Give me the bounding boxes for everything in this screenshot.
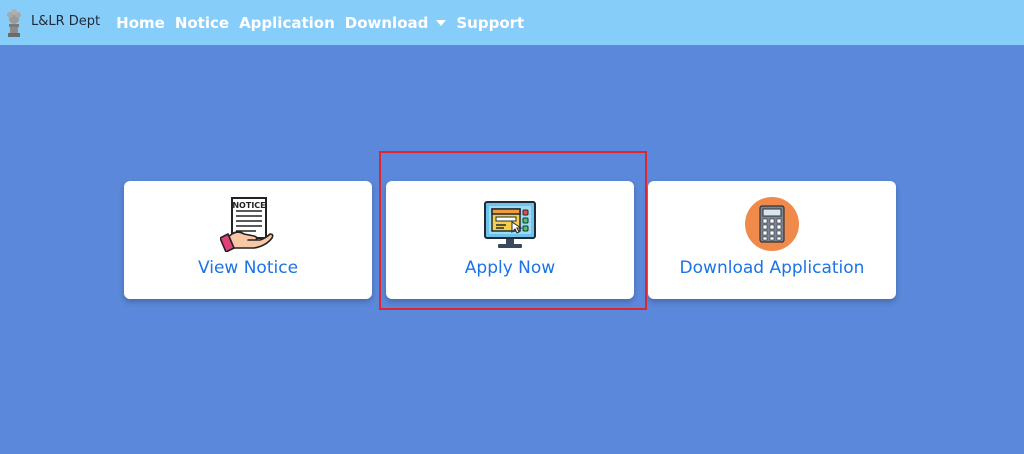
notice-paper-text: NOTICE [232,201,265,210]
view-notice-card[interactable]: NOTICE View Notice [124,181,372,299]
nav-download-dropdown[interactable]: Download [345,14,447,32]
nav-download-label: Download [344,13,429,32]
download-application-label: Download Application [679,258,865,278]
view-notice-label: View Notice [197,258,299,278]
top-navbar: L&LR Dept Home Notice Application Downlo… [0,0,1024,45]
caret-down-icon [436,20,447,26]
apply-now-card[interactable]: Apply Now [386,181,634,299]
state-emblem-icon [7,8,21,37]
nav-support[interactable]: Support [456,14,524,32]
nav-notice[interactable]: Notice [175,14,229,32]
computer-form-icon [482,196,538,252]
nav-application[interactable]: Application [239,14,335,32]
nav-home[interactable]: Home [116,14,165,32]
brand-link[interactable]: L&LR Dept [5,7,100,39]
brand-name: L&LR Dept [31,14,101,29]
calculator-icon [744,196,800,252]
notice-hand-icon: NOTICE [220,196,276,252]
download-application-card[interactable]: Download Application [648,181,896,299]
apply-now-label: Apply Now [464,258,556,278]
